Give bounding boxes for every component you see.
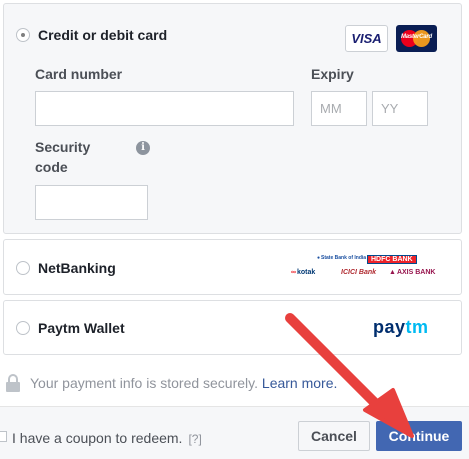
continue-button[interactable]: Continue [376,421,462,451]
axis-logo: AXIS BANK [389,269,436,276]
hdfc-logo: HDFC BANK [367,255,417,264]
dialog-footer: I have a coupon to redeem. [?] Cancel Con… [0,406,469,459]
paytm-radio[interactable] [16,321,30,335]
bank-logos: State Bank of India HDFC BANK kotak ICIC… [289,253,439,285]
paytm-logo-pay: pay [373,317,406,337]
security-code-input[interactable] [35,185,148,220]
lock-body [6,382,20,392]
security-code-label-line1: Security [35,139,91,155]
mastercard-logo: MasterCard [396,25,437,52]
paytm-logo: paytm [373,317,429,338]
cancel-button[interactable]: Cancel [298,421,370,451]
card-number-input[interactable] [35,91,294,126]
coupon-checkbox[interactable] [0,431,7,442]
kotak-logo: kotak [291,269,315,276]
expiry-month-input[interactable] [311,91,367,126]
netbanking-panel[interactable]: NetBanking State Bank of India HDFC BANK… [3,239,462,295]
expiry-label: Expiry [311,66,354,82]
card-radio[interactable] [16,28,30,42]
card-option-label: Credit or debit card [38,27,168,43]
secure-payment-text: Your payment info is stored securely. [30,375,259,391]
mastercard-wordmark: MasterCard [400,34,432,40]
security-code-label-line2: code [35,159,68,175]
netbanking-radio[interactable] [16,261,30,275]
card-payment-panel: Credit or debit card VISA MasterCard Car… [3,3,462,234]
card-number-label: Card number [35,66,123,82]
secure-payment-note: Your payment info is stored securely. Le… [30,375,337,391]
learn-more-link[interactable]: Learn more. [262,375,337,391]
paytm-panel[interactable]: Paytm Wallet paytm [3,300,462,355]
sbi-logo: State Bank of India [317,255,366,261]
expiry-year-input[interactable] [372,91,428,126]
icici-logo: ICICI Bank [341,269,377,276]
coupon-label[interactable]: I have a coupon to redeem. [12,430,182,446]
visa-logo: VISA [345,25,388,52]
coupon-help-link[interactable]: [?] [188,432,201,446]
paytm-label: Paytm Wallet [38,320,125,336]
netbanking-label: NetBanking [38,260,116,276]
info-icon[interactable]: i [136,141,150,155]
coupon-row: I have a coupon to redeem. [?] [12,430,202,446]
paytm-logo-tm: tm [405,317,429,337]
lock-icon [6,374,20,392]
